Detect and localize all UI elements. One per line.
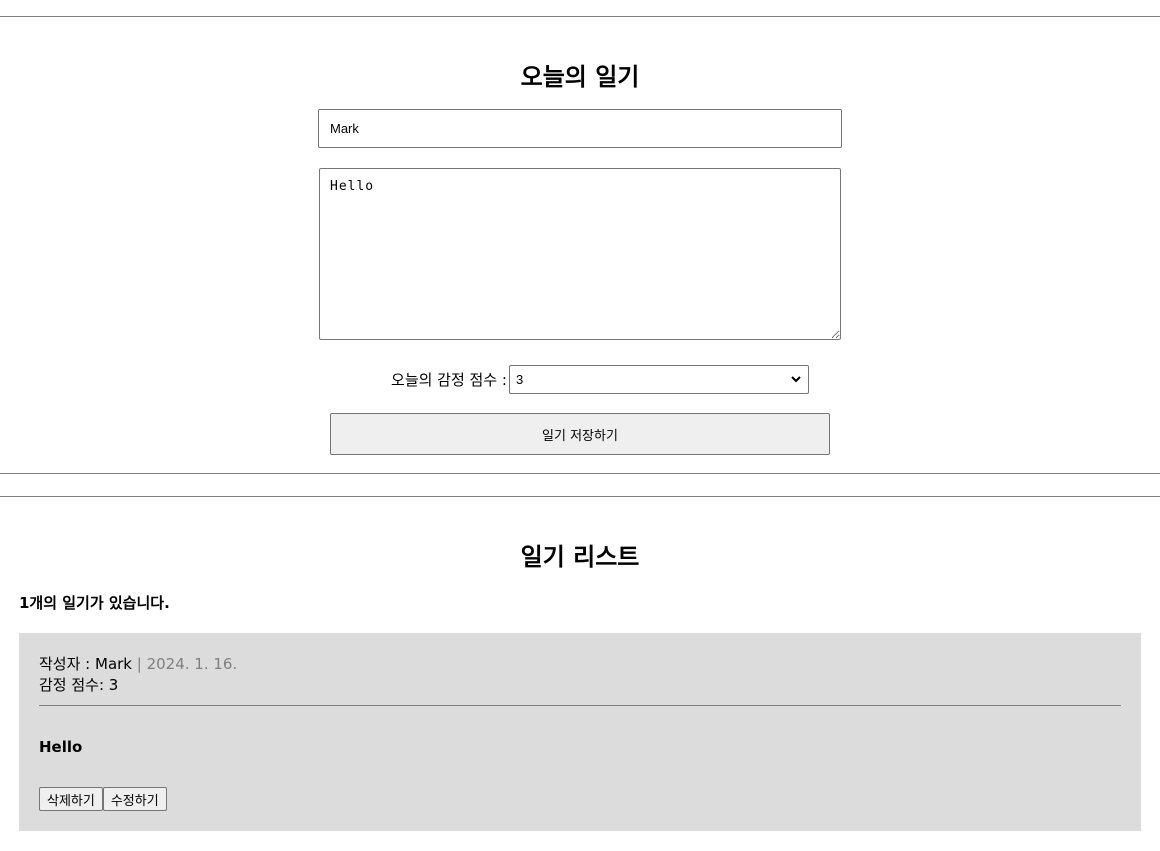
save-button[interactable]: 일기 저장하기 <box>330 413 830 455</box>
content-textarea[interactable]: Hello <box>319 168 841 340</box>
emotion-select-value: 3 <box>515 371 524 387</box>
emotion-row: 오늘의 감정 점수 : 3 <box>0 364 1160 394</box>
delete-button[interactable]: 삭제하기 <box>39 787 103 811</box>
diary-count: 1개의 일기가 있습니다. <box>19 594 170 612</box>
date-separator: | <box>132 655 147 673</box>
list-title: 일기 리스트 <box>520 543 640 571</box>
diary-content: Hello <box>39 738 83 756</box>
emotion-score: 3 <box>108 676 119 694</box>
emotion-prefix: 감정 점수: <box>39 676 109 694</box>
author-input[interactable] <box>318 109 842 148</box>
diary-editor: 오늘의 일기 Hello 오늘의 감정 점수 : 3 일기 저장하기 <box>0 16 1160 474</box>
diary-item-info: 작성자 : Mark | 2024. 1. 16. 감정 점수: 3 <box>39 654 237 696</box>
diary-item: 작성자 : Mark | 2024. 1. 16. 감정 점수: 3 Hello… <box>19 633 1141 831</box>
item-buttons: 삭제하기 수정하기 <box>39 787 167 811</box>
emotion-select[interactable]: 3 <box>508 364 809 394</box>
diary-date: 2024. 1. 16. <box>146 655 238 673</box>
emotion-label: 오늘의 감정 점수 : <box>391 370 507 389</box>
item-divider <box>39 705 1121 706</box>
author-prefix: 작성자 : <box>39 655 95 673</box>
edit-button[interactable]: 수정하기 <box>102 787 167 811</box>
author-name: Mark <box>95 655 132 673</box>
editor-title: 오늘의 일기 <box>520 63 640 91</box>
diary-list: 일기 리스트 1개의 일기가 있습니다. 작성자 : Mark | 2024. … <box>0 496 1160 851</box>
chevron-down-icon <box>791 375 801 382</box>
